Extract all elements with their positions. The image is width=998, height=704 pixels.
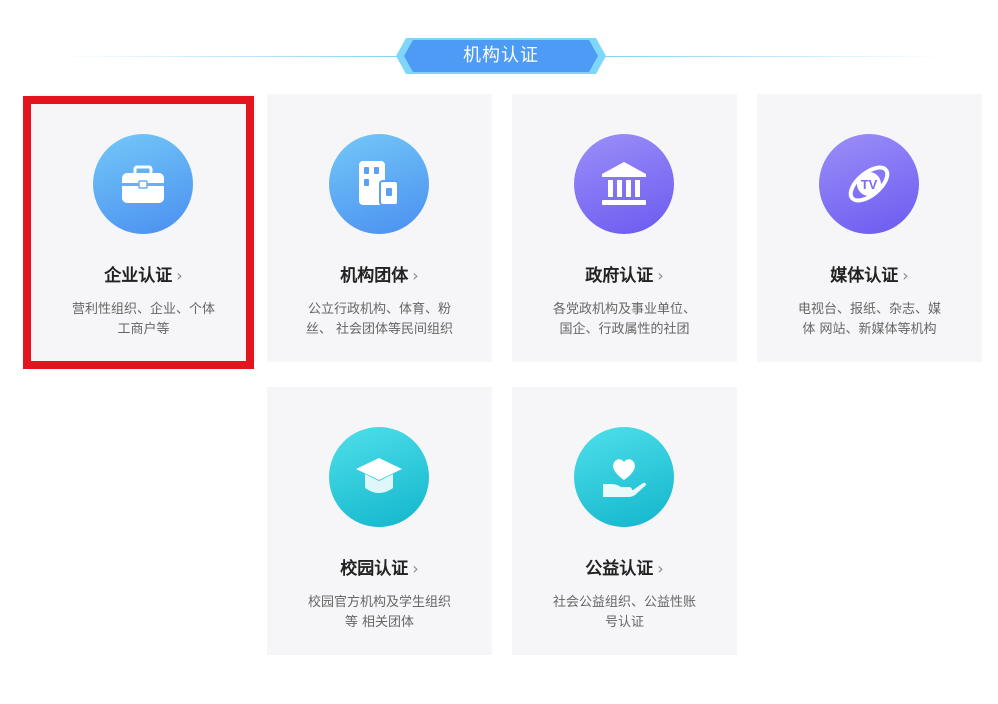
chevron-right-icon: › [902,266,909,285]
card-description-line: 各党政机构及事业单位、 [552,302,696,317]
graduation-cap-icon-circle [329,427,429,527]
card-description-line: 营利性组织、企业、个体 [71,302,215,317]
card-description-line: 电视台、报纸、杂志、媒 [797,302,941,317]
chevron-right-icon: › [657,559,664,578]
verification-page: 机构认证 企业认证 › 营利性组织、企业、个体 工商户等 机构团体 › 公立行政… [0,0,998,704]
svg-text:TV: TV [861,177,878,192]
card-description-line: 社会公益组织、公益性账 [552,595,696,610]
government-building-icon [602,162,646,205]
tv-icon: TV [848,165,890,203]
card-enterprise-verification[interactable]: 企业认证 › 营利性组织、企业、个体 工商户等 [31,94,256,362]
card-description-line: 国企、行政属性的社团 [559,322,690,337]
section-header: 机构认证 [0,38,998,74]
card-organization-group[interactable]: 机构团体 › 公立行政机构、体育、粉 丝、 社会团体等民间组织 [267,94,492,362]
card-title-row: 政府认证 › [512,264,737,288]
card-description-line: 等 相关团体 [344,615,415,630]
chevron-right-icon: › [657,266,664,285]
chevron-right-icon: › [412,266,419,285]
section-title-badge: 机构认证 [396,38,606,74]
card-media-verification[interactable]: TV 媒体认证 › 电视台、报纸、杂志、媒 体 网站、新媒体等机构 [757,94,982,362]
card-description: 各党政机构及事业单位、 国企、行政属性的社团 [540,300,709,340]
heart-hand-icon [603,459,646,497]
graduation-cap-icon [356,458,402,493]
chevron-right-icon: › [176,266,183,285]
card-charity-verification[interactable]: 公益认证 › 社会公益组织、公益性账 号认证 [512,387,737,655]
card-title-row: 企业认证 › [31,264,256,288]
card-description: 电视台、报纸、杂志、媒 体 网站、新媒体等机构 [785,300,954,340]
card-title: 校园认证 [340,559,409,579]
chevron-right-icon: › [412,559,419,578]
card-description: 营利性组织、企业、个体 工商户等 [59,300,228,340]
card-description-line: 号认证 [604,615,644,630]
card-description: 校园官方机构及学生组织 等 相关团体 [295,593,464,633]
card-description: 公立行政机构、体育、粉 丝、 社会团体等民间组织 [295,300,464,340]
card-government-verification[interactable]: 政府认证 › 各党政机构及事业单位、 国企、行政属性的社团 [512,94,737,362]
card-title: 公益认证 [585,559,654,579]
tv-icon-circle: TV [819,134,919,234]
card-description-line: 丝、 社会团体等民间组织 [305,322,454,337]
heart-hand-icon-circle [574,427,674,527]
card-description-line: 校园官方机构及学生组织 [307,595,451,610]
header-divider-right [604,56,944,57]
card-title: 媒体认证 [830,266,899,286]
card-title-row: 媒体认证 › [757,264,982,288]
building-icon-circle [329,134,429,234]
card-title-row: 公益认证 › [512,557,737,581]
card-description-line: 工商户等 [117,322,170,337]
header-divider-left [60,56,400,57]
briefcase-icon [122,165,164,203]
card-title: 政府认证 [585,266,654,286]
card-title-row: 校园认证 › [267,557,492,581]
briefcase-icon-circle [93,134,193,234]
government-building-icon-circle [574,134,674,234]
card-description-line: 公立行政机构、体育、粉 [307,302,451,317]
card-title: 机构团体 [340,266,409,286]
card-title: 企业认证 [104,266,173,286]
card-description-line: 体 网站、新媒体等机构 [802,322,937,337]
card-campus-verification[interactable]: 校园认证 › 校园官方机构及学生组织 等 相关团体 [267,387,492,655]
building-icon [359,161,399,206]
section-title: 机构认证 [463,45,539,66]
card-title-row: 机构团体 › [267,264,492,288]
card-description: 社会公益组织、公益性账 号认证 [540,593,709,633]
